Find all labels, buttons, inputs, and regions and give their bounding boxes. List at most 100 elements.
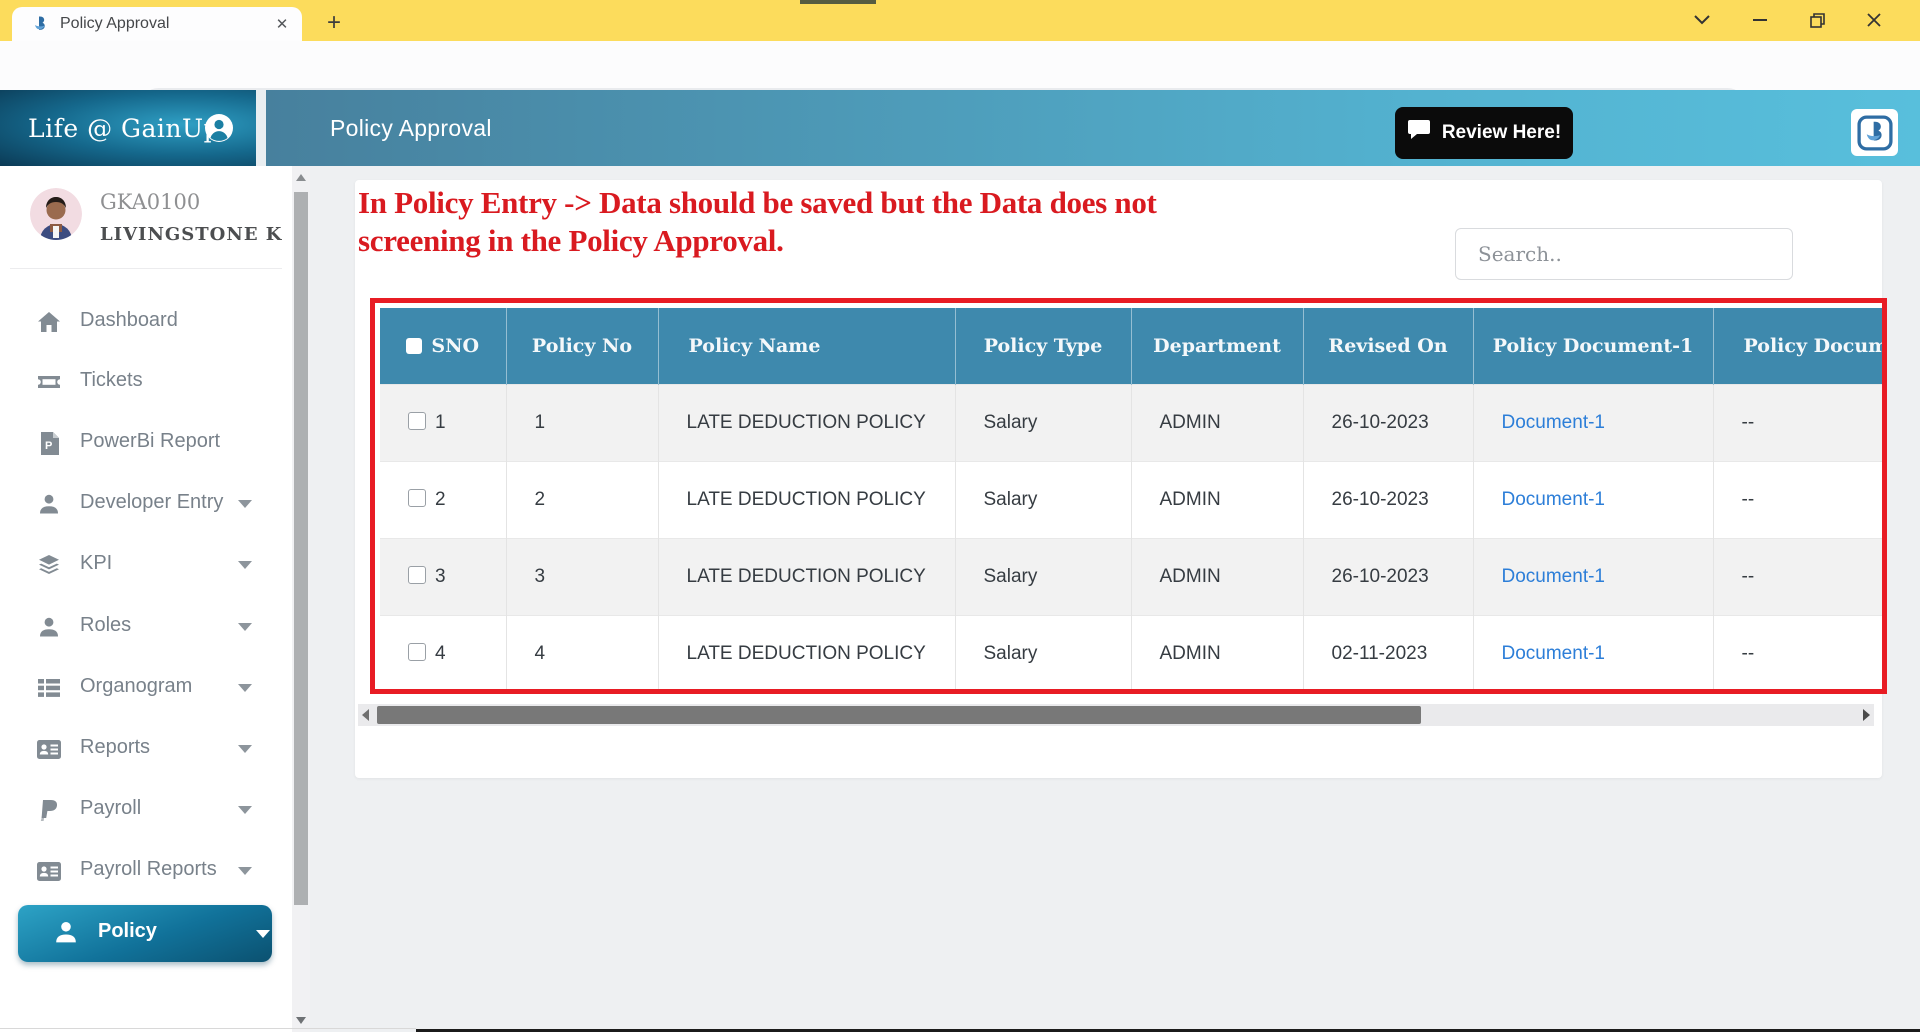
column-sno: SNO xyxy=(380,308,506,385)
window-minimize-button[interactable] xyxy=(1743,6,1777,34)
home-icon xyxy=(36,310,62,334)
column-policy-name: Policy Name xyxy=(658,308,955,385)
column-policy-document-2: Policy Docum xyxy=(1713,308,1887,385)
annotation-text: In Policy Entry -> Data should be saved … xyxy=(358,184,1157,260)
browser-tab[interactable]: Policy Approval ✕ xyxy=(12,7,302,41)
user-id: GKA0100 xyxy=(100,190,200,214)
row-checkbox[interactable] xyxy=(408,566,426,584)
policy-table: SNO Policy No Policy Name Policy Type De… xyxy=(380,308,1887,692)
annotation-line-1: In Policy Entry -> Data should be saved … xyxy=(358,184,1157,222)
document-1-link[interactable]: Document-1 xyxy=(1502,566,1606,587)
review-here-button[interactable]: Review Here! xyxy=(1395,107,1573,159)
app-logo-button[interactable] xyxy=(1851,109,1898,156)
document-1-link[interactable]: Document-1 xyxy=(1502,489,1606,510)
ticket-icon xyxy=(36,370,62,394)
sidebar-item-payroll[interactable]: Payroll xyxy=(0,790,292,830)
table-row: 4 4 LATE DEDUCTION POLICY Salary ADMIN 0… xyxy=(380,616,1887,693)
sidebar-item-roles[interactable]: Roles xyxy=(0,607,292,647)
table-row: 1 1 LATE DEDUCTION POLICY Salary ADMIN 2… xyxy=(380,385,1887,462)
sidebar-scrollbar-thumb[interactable] xyxy=(294,192,308,905)
browser-toolbar: Not secure 172.16.64.16:8888/policy_app xyxy=(0,41,1920,91)
chevron-down-icon xyxy=(238,500,252,508)
layers-icon xyxy=(36,553,62,577)
scroll-up-arrow-icon[interactable] xyxy=(296,174,306,181)
file-p-icon: P xyxy=(36,431,62,455)
policy-table-container: SNO Policy No Policy Name Policy Type De… xyxy=(370,298,1887,694)
person-icon xyxy=(36,615,62,639)
app-brand-block: Life @ GainUp xyxy=(0,90,256,166)
svg-text:P: P xyxy=(45,440,52,452)
table-row: 3 3 LATE DEDUCTION POLICY Salary ADMIN 2… xyxy=(380,539,1887,616)
document-1-link[interactable]: Document-1 xyxy=(1502,412,1606,433)
screen-share-indicator xyxy=(800,0,876,4)
table-horizontal-scrollbar[interactable] xyxy=(358,704,1874,726)
header-gap xyxy=(256,90,266,166)
tab-close-icon[interactable]: ✕ xyxy=(272,14,292,34)
sidebar: GKA0100 LIVINGSTONE K Dashboard Tickets … xyxy=(0,166,292,1032)
row-checkbox[interactable] xyxy=(408,412,426,430)
user-name: LIVINGSTONE K xyxy=(100,224,282,245)
window-restore-button[interactable] xyxy=(1800,6,1834,34)
scroll-down-arrow-icon[interactable] xyxy=(296,1017,306,1024)
sidebar-item-powerbi-report[interactable]: P PowerBi Report xyxy=(0,423,292,463)
gainup-logo-icon xyxy=(1857,115,1893,151)
horizontal-scrollbar-thumb[interactable] xyxy=(377,706,1421,724)
chevron-down-icon xyxy=(238,623,252,631)
person-icon xyxy=(36,492,62,516)
search-input[interactable] xyxy=(1455,228,1793,280)
column-revised-on: Revised On xyxy=(1303,308,1473,385)
browser-tab-strip: Policy Approval ✕ + xyxy=(0,0,1920,41)
app-brand: Life @ GainUp xyxy=(28,90,220,166)
sidebar-item-tickets[interactable]: Tickets xyxy=(0,362,292,402)
app-header: Policy Approval Review Here! xyxy=(266,90,1920,166)
column-policy-type: Policy Type xyxy=(955,308,1131,385)
sidebar-item-dashboard[interactable]: Dashboard xyxy=(0,302,292,342)
scroll-left-arrow-icon[interactable] xyxy=(362,709,369,721)
tab-title: Policy Approval xyxy=(60,15,169,33)
chevron-down-icon xyxy=(238,867,252,875)
table-row: 2 2 LATE DEDUCTION POLICY Salary ADMIN 2… xyxy=(380,462,1887,539)
scroll-right-arrow-icon[interactable] xyxy=(1863,709,1870,721)
column-department: Department xyxy=(1131,308,1303,385)
person-icon xyxy=(54,920,80,946)
select-all-checkbox[interactable] xyxy=(406,338,422,354)
sidebar-item-policy[interactable]: Policy xyxy=(18,905,272,962)
annotation-line-2: screening in the Policy Approval. xyxy=(358,222,1157,260)
sidebar-item-reports[interactable]: Reports xyxy=(0,729,292,769)
sidebar-user-box: GKA0100 LIVINGSTONE K xyxy=(0,186,292,268)
sidebar-item-payroll-reports[interactable]: Payroll Reports xyxy=(0,851,292,891)
page-title: Policy Approval xyxy=(330,90,492,166)
bottom-border xyxy=(0,1028,416,1029)
site-favicon-icon xyxy=(30,14,50,34)
column-policy-no: Policy No xyxy=(506,308,658,385)
content-card: In Policy Entry -> Data should be saved … xyxy=(355,180,1882,778)
sidebar-divider xyxy=(10,268,282,269)
id-card-icon xyxy=(36,737,62,761)
row-checkbox[interactable] xyxy=(408,643,426,661)
new-tab-button[interactable]: + xyxy=(320,10,348,38)
main-content: In Policy Entry -> Data should be saved … xyxy=(310,166,1920,1032)
table-header-row: SNO Policy No Policy Name Policy Type De… xyxy=(380,308,1887,385)
screen: Policy Approval ✕ + No xyxy=(0,0,1920,1032)
paypal-p-icon xyxy=(36,798,62,822)
column-policy-document-1: Policy Document-1 xyxy=(1473,308,1713,385)
chat-bubble-icon xyxy=(1407,119,1431,147)
chevron-down-icon xyxy=(238,806,252,814)
sidebar-item-kpi[interactable]: KPI xyxy=(0,545,292,585)
sidebar-scrollbar[interactable] xyxy=(292,166,310,1032)
chevron-down-icon xyxy=(238,684,252,692)
tab-search-chevron-icon[interactable] xyxy=(1685,6,1719,34)
review-here-label: Review Here! xyxy=(1442,122,1561,144)
chevron-down-icon xyxy=(256,930,270,938)
window-close-button[interactable] xyxy=(1857,6,1891,34)
document-1-link[interactable]: Document-1 xyxy=(1502,643,1606,664)
id-card-icon xyxy=(36,859,62,883)
chevron-down-icon xyxy=(238,745,252,753)
row-checkbox[interactable] xyxy=(408,489,426,507)
list-icon xyxy=(36,676,62,700)
sidebar-item-developer-entry[interactable]: Developer Entry xyxy=(0,484,292,524)
profile-person-icon[interactable] xyxy=(204,113,234,143)
chevron-down-icon xyxy=(238,561,252,569)
user-avatar xyxy=(30,188,82,240)
sidebar-item-organogram[interactable]: Organogram xyxy=(0,668,292,708)
